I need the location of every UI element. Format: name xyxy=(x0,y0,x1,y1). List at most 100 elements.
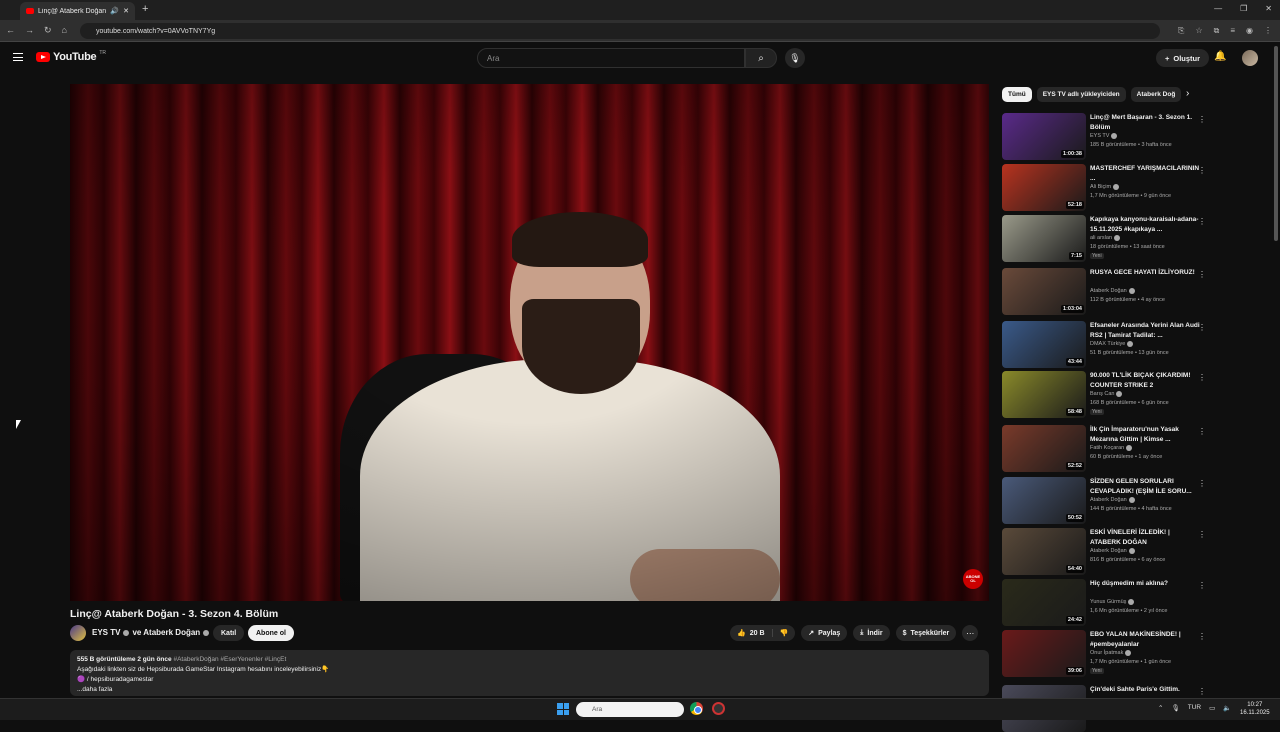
volume-icon[interactable]: 🔈 xyxy=(1223,704,1231,712)
rec-title[interactable]: SİZDEN GELEN SORULARI CEVAPLADIK! (EŞİM … xyxy=(1090,477,1202,496)
description-link[interactable]: 🟣 / hepsiburadagamestar xyxy=(77,675,982,685)
create-button[interactable]: + Oluştur xyxy=(1156,49,1210,67)
rec-channel[interactable]: Ataberk Doğan xyxy=(1090,548,1135,554)
rec-title[interactable]: EBO YALAN MAKİNESİNDE! | #pembeyalanlar xyxy=(1090,630,1202,649)
more-options-icon[interactable]: ⋮ xyxy=(1198,323,1206,332)
install-icon[interactable]: ⎘ xyxy=(1178,26,1184,36)
rec-channel[interactable]: Fatih Koçaran xyxy=(1090,445,1133,451)
app-icon[interactable] xyxy=(712,702,725,715)
chevron-up-icon[interactable]: ⌃ xyxy=(1158,704,1163,712)
rec-title[interactable]: Efsaneler Arasında Yerini Alan Audi RS2 … xyxy=(1090,321,1202,340)
forward-icon[interactable]: → xyxy=(25,25,34,36)
rec-title[interactable]: Kapıkaya kanyonu-karaisalı-adana-15.11.2… xyxy=(1090,215,1202,234)
rec-title[interactable]: 90.000 TL'LİK BIÇAK ÇIKARDIM! COUNTER ST… xyxy=(1090,371,1202,390)
notifications-bell-icon[interactable]: 🔔 xyxy=(1214,51,1226,62)
more-options-icon[interactable]: ⋮ xyxy=(1198,217,1206,226)
more-options-icon[interactable]: ⋮ xyxy=(1198,115,1206,124)
video-player[interactable]: ABONE OL xyxy=(70,84,989,601)
recommendation-item[interactable]: 1:03:04 RUSYA GECE HAYATI İZLİYORUZ! Atabe… xyxy=(1002,268,1212,315)
video-thumbnail[interactable]: 50:52 xyxy=(1002,477,1086,524)
rec-title[interactable]: Hiç düşmedim mi aklına? xyxy=(1090,579,1202,589)
video-thumbnail[interactable]: 7:15 xyxy=(1002,215,1086,262)
recommendation-item[interactable]: 1:00:38 Linç@ Mert Başaran - 3. Sezon 1. … xyxy=(1002,113,1212,160)
recommendation-item[interactable]: 39:06 EBO YALAN MAKİNESİNDE! | #pembeyala… xyxy=(1002,630,1212,677)
home-icon[interactable]: ⌂ xyxy=(62,25,67,36)
rec-channel[interactable]: ali arslan xyxy=(1090,235,1121,241)
video-thumbnail[interactable]: 43:44 xyxy=(1002,321,1086,368)
cast-icon[interactable]: ≡ xyxy=(1230,26,1235,36)
rec-title[interactable]: İlk Çin İmparatoru'nun Yasak Mezarına Gi… xyxy=(1090,425,1202,444)
restore-icon[interactable]: ❐ xyxy=(1240,4,1247,13)
video-thumbnail[interactable]: 52:52 xyxy=(1002,425,1086,472)
reload-icon[interactable]: ↻ xyxy=(44,25,52,36)
windows-start-icon[interactable] xyxy=(557,703,569,715)
video-thumbnail[interactable]: 54:40 xyxy=(1002,528,1086,575)
rec-channel[interactable]: Ataberk Doğan xyxy=(1090,288,1135,294)
rec-channel[interactable]: Ali Biçim xyxy=(1090,184,1120,190)
video-thumbnail[interactable]: 39:06 xyxy=(1002,630,1086,677)
rec-title[interactable]: MASTERCHEF YARIŞMACILARININ ... xyxy=(1090,164,1202,183)
rec-title[interactable]: RUSYA GECE HAYATI İZLİYORUZ! xyxy=(1090,268,1202,278)
rec-channel[interactable]: DMAX Türkiye xyxy=(1090,341,1134,347)
recommendation-item[interactable]: 52:18 MASTERCHEF YARIŞMACILARININ ... Ali … xyxy=(1002,164,1212,211)
rec-channel[interactable]: Barış Can xyxy=(1090,391,1123,397)
back-icon[interactable]: ← xyxy=(6,25,15,36)
close-window-icon[interactable]: ✕ xyxy=(1265,4,1272,13)
menu-icon[interactable]: ⋮ xyxy=(1264,26,1272,36)
rec-channel[interactable]: Onur İpatmak xyxy=(1090,650,1132,656)
more-options-icon[interactable]: ⋮ xyxy=(1198,373,1206,382)
bookmark-star-icon[interactable]: ☆ xyxy=(1195,26,1202,36)
network-icon[interactable]: ▭ xyxy=(1209,704,1215,712)
hashtags[interactable]: #AtaberkDoğan #EserYenenler #LinçEt xyxy=(173,656,286,663)
chip-from-uploader[interactable]: EYS TV adlı yükleyiciden xyxy=(1036,87,1126,102)
more-options-icon[interactable]: ⋮ xyxy=(1198,166,1206,175)
extensions-icon[interactable]: ⧉ xyxy=(1214,26,1220,36)
more-options-icon[interactable]: ⋮ xyxy=(1198,427,1206,436)
thanks-button[interactable]: $ Teşekkürler xyxy=(895,625,957,641)
more-options-icon[interactable]: ⋮ xyxy=(1198,687,1206,696)
video-thumbnail[interactable]: 1:00:38 xyxy=(1002,113,1086,160)
channel-name[interactable]: EYS TV ve Ataberk Doğan xyxy=(92,628,210,637)
more-options-icon[interactable]: ⋮ xyxy=(1198,479,1206,488)
recommendation-item[interactable]: 24:42 Hiç düşmedim mi aklına? Yunus Gürmüş… xyxy=(1002,579,1212,626)
share-button[interactable]: ↗ Paylaş xyxy=(801,625,848,641)
more-options-icon[interactable]: ⋮ xyxy=(1198,270,1206,279)
profile-icon[interactable]: ◉ xyxy=(1246,26,1253,36)
video-thumbnail[interactable]: 58:48 xyxy=(1002,371,1086,418)
recommendation-item[interactable]: 7:15 Kapıkaya kanyonu-karaisalı-adana-15.… xyxy=(1002,215,1212,262)
hamburger-menu-icon[interactable] xyxy=(13,53,23,61)
scrollbar[interactable] xyxy=(1274,46,1278,241)
rec-channel[interactable]: EYS TV xyxy=(1090,133,1118,139)
speaker-icon[interactable]: 🔊 xyxy=(110,7,119,15)
search-button[interactable]: ⌕ xyxy=(745,48,777,68)
chip-all[interactable]: Tümü xyxy=(1002,87,1032,102)
video-thumbnail[interactable]: 24:42 xyxy=(1002,579,1086,626)
url-field[interactable]: youtube.com/watch?v=0AVVoTNY7Yg xyxy=(80,23,1160,39)
video-thumbnail[interactable]: 52:18 xyxy=(1002,164,1086,211)
download-button[interactable]: ⤓ İndir xyxy=(853,625,890,641)
show-more-link[interactable]: ...daha fazla xyxy=(77,685,982,695)
search-input[interactable]: Ara xyxy=(477,48,745,68)
recommendation-item[interactable]: 54:40 ESKİ VİNELERİ İZLEDİK! | ATABERK DO… xyxy=(1002,528,1212,575)
chevron-right-icon[interactable]: › xyxy=(1186,88,1189,99)
more-options-icon[interactable]: ⋮ xyxy=(1198,632,1206,641)
join-button[interactable]: Katıl xyxy=(213,625,245,641)
recommendation-item[interactable]: 58:48 90.000 TL'LİK BIÇAK ÇIKARDIM! COUNT… xyxy=(1002,371,1212,418)
subscribe-watermark[interactable]: ABONE OL xyxy=(963,569,983,589)
recommendation-item[interactable]: 52:52 İlk Çin İmparatoru'nun Yasak Mezarı… xyxy=(1002,425,1212,472)
chrome-icon[interactable] xyxy=(690,702,703,715)
clock[interactable]: 10:27 16.11.2025 xyxy=(1240,701,1270,717)
channel-avatar[interactable] xyxy=(70,625,86,641)
mic-tray-icon[interactable]: 🎙 xyxy=(1171,704,1179,712)
taskbar-search[interactable]: Ara xyxy=(576,702,684,717)
new-tab-button[interactable]: + xyxy=(142,3,148,15)
like-button[interactable]: 👍 20 B xyxy=(730,629,773,637)
voice-search-button[interactable]: 🎙 xyxy=(785,48,805,68)
recommendation-item[interactable]: 50:52 SİZDEN GELEN SORULARI CEVAPLADIK! (… xyxy=(1002,477,1212,524)
more-options-icon[interactable]: ⋮ xyxy=(1198,530,1206,539)
more-actions-icon[interactable]: ⋯ xyxy=(962,625,979,641)
rec-title[interactable]: Linç@ Mert Başaran - 3. Sezon 1. Bölüm xyxy=(1090,113,1202,132)
dislike-button[interactable]: 👎 xyxy=(773,629,796,637)
description-box[interactable]: 555 B görüntüleme 2 gün önce #AtaberkDoğ… xyxy=(70,650,989,696)
rec-channel[interactable]: Ataberk Doğan xyxy=(1090,497,1135,503)
